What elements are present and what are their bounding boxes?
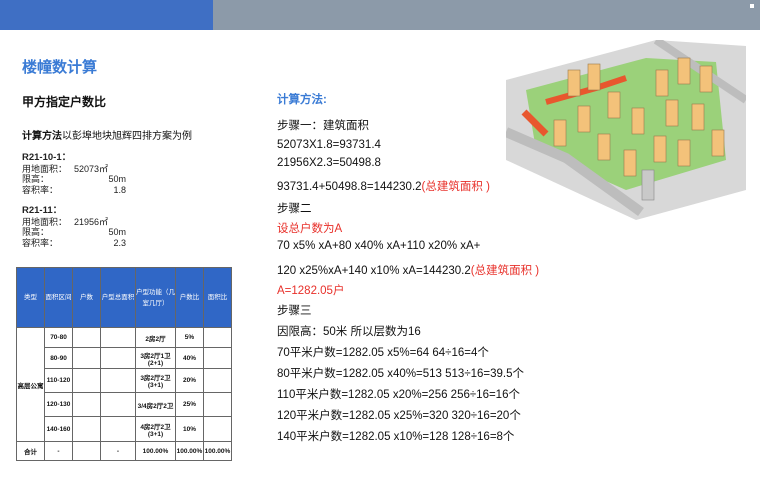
table-cell: 100.00% [175, 441, 204, 461]
table-header: 类型 [16, 267, 45, 328]
site-plan-image [506, 40, 746, 220]
height-value: 50m [108, 174, 126, 184]
table-cell [72, 392, 101, 417]
calc-heading: 计算方法: [277, 94, 327, 106]
table-cell: - [100, 441, 136, 461]
calc-line: 80平米户数=1282.05 x40%=513 513÷16=39.5个 [277, 368, 525, 380]
area-label: 用地面积： [22, 163, 68, 174]
table-cell [203, 416, 232, 442]
table-header: 面积比 [203, 267, 232, 328]
page-title: 楼幢数计算 [22, 59, 98, 76]
table-row: 高层公寓 70-80 2房2厅 5% [16, 327, 232, 442]
table-cell: 40% [175, 347, 204, 369]
table-cell [72, 441, 101, 461]
far-label: 容积率： [22, 237, 59, 248]
section-subtitle: 甲方指定户数比 [22, 95, 107, 109]
calc-line: 70平米户数=1282.05 x5%=64 64÷16=4个 [277, 347, 489, 359]
calc-result: A=1282.05户 [277, 285, 345, 297]
table-cell [203, 392, 232, 417]
table-cell [100, 368, 136, 393]
plot-info-2: R21-11： 用地面积： 21956㎡ 限高： 50m 容积率： 2.3 [22, 205, 126, 248]
unit-mix-table: 类型 面积区间 户数 户型总面积 户型功能（几室几厅） 户数比 面积比 高层公寓… [16, 267, 232, 461]
height-label: 限高： [22, 227, 50, 237]
type-cell: 高层公寓 [16, 327, 45, 442]
method-text: 以彭埠地块旭辉四排方案为例 [62, 131, 192, 142]
calc-line: 设总户数为A [277, 223, 343, 235]
far-value: 1.8 [113, 184, 126, 195]
plot-name: R21-10-1： [22, 152, 72, 163]
table-cell: - [44, 441, 73, 461]
plot-info-1: R21-10-1： 用地面积： 52073㎡ 限高： 50m 容积率： 1.8 [22, 152, 126, 195]
calc-note: (总建筑面积 ) [421, 181, 490, 193]
table-cell [72, 368, 101, 393]
far-label: 容积率： [22, 184, 59, 195]
header-marker [750, 4, 754, 8]
calc-line: 70 x5% xA+80 x40% xA+110 x20% xA+ [277, 240, 481, 252]
table-cell [100, 392, 136, 417]
table-cell: 25% [175, 392, 204, 417]
table-header: 户型功能（几室几厅） [135, 267, 176, 328]
method-label: 计算方法 [22, 131, 62, 142]
method-note: 计算方法以彭埠地块旭辉四排方案为例 [22, 127, 192, 142]
calc-line: 110平米户数=1282.05 x20%=256 256÷16=16个 [277, 389, 520, 401]
table-cell: 3/4房2厅2卫 [135, 392, 176, 417]
table-total-row: 合计 - - 100.00% 100.00% 100.00% [16, 441, 232, 461]
table-cell: 100.00% [135, 441, 176, 461]
table-row: 110-120 3房2厅2卫(3+1) 20% [17, 368, 232, 393]
table-cell: 10% [175, 416, 204, 442]
table-cell [100, 416, 136, 442]
calc-line: 93731.4+50498.8=144230.2(总建筑面积 ) [277, 178, 490, 194]
calc-line: 120 x25%xA+140 x10% xA=144230.2(总建筑面积 ) [277, 262, 539, 278]
table-cell [100, 347, 136, 369]
table-cell: 110-120 [44, 368, 73, 393]
table-row: 80-90 3房2厅1卫(2+1) 40% [17, 347, 232, 369]
calc-line: 因限高：50米 所以层数为16 [277, 326, 421, 338]
table-row: 140-160 4房2厅2卫(3+1) 10% [17, 416, 232, 442]
calc-text: 93731.4+50498.8=144230.2 [277, 181, 422, 193]
calc-line: 120平米户数=1282.05 x25%=320 320÷16=20个 [277, 410, 521, 422]
table-cell [203, 327, 232, 348]
table-header: 户数比 [175, 267, 204, 328]
calc-step1: 步骤一：建筑面积 [277, 120, 369, 132]
table-cell: 2房2厅 [135, 327, 176, 348]
table-cell: 3房2厅1卫(2+1) [135, 347, 176, 369]
table-row: 120-130 3/4房2厅2卫 25% [17, 392, 232, 417]
header-bar-left [0, 0, 213, 30]
far-value: 2.3 [113, 237, 126, 248]
table-cell [203, 347, 232, 369]
table-header-row: 类型 面积区间 户数 户型总面积 户型功能（几室几厅） 户数比 面积比 [16, 267, 232, 328]
table-cell: 140-160 [44, 416, 73, 442]
calc-line: 52073X1.8=93731.4 [277, 139, 381, 151]
table-cell: 20% [175, 368, 204, 393]
calc-text: 120 x25%xA+140 x10% xA=144230.2 [277, 265, 471, 277]
calc-step3: 步骤三 [277, 305, 312, 317]
height-value: 50m [108, 227, 126, 237]
table-header: 户型总面积 [100, 267, 136, 328]
table-cell: 3房2厅2卫(3+1) [135, 368, 176, 393]
plot-name: R21-11： [22, 205, 63, 216]
table-cell [72, 347, 101, 369]
table-header: 面积区间 [44, 267, 73, 328]
table-cell [72, 416, 101, 442]
header-bar-right [213, 0, 760, 30]
table-cell: 5% [175, 327, 204, 348]
table-cell: 100.00% [203, 441, 232, 461]
calc-note: (总建筑面积 ) [470, 265, 540, 277]
table-cell: 4房2厅2卫(3+1) [135, 416, 176, 442]
calc-line: 140平米户数=1282.05 x10%=128 128÷16=8个 [277, 431, 515, 443]
table-cell [100, 327, 136, 348]
calc-step2: 步骤二 [277, 203, 312, 215]
table-cell: 80-90 [44, 347, 73, 369]
height-label: 限高： [22, 174, 50, 184]
area-value: 21956㎡ [74, 216, 109, 227]
table-header: 户数 [72, 267, 101, 328]
area-label: 用地面积： [22, 216, 68, 227]
table-cell: 70-80 [44, 327, 73, 348]
area-value: 52073㎡ [74, 163, 109, 174]
table-cell: 合计 [16, 441, 45, 461]
table-cell [203, 368, 232, 393]
calc-line: 21956X2.3=50498.8 [277, 157, 381, 169]
table-cell: 120-130 [44, 392, 73, 417]
table-cell [72, 327, 101, 348]
